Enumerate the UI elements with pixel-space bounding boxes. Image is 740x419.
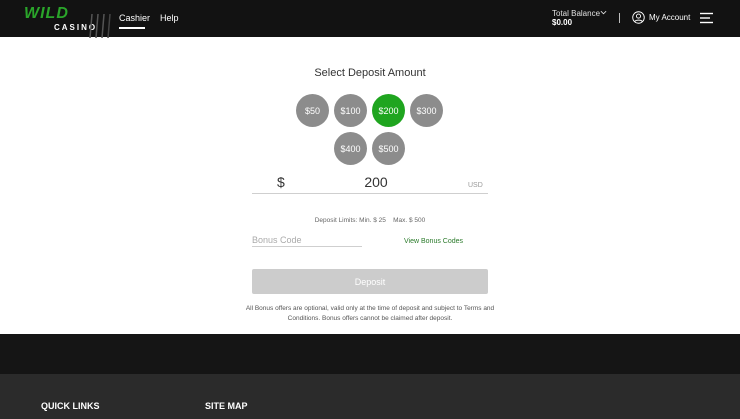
amount-input-underline — [252, 193, 488, 194]
nav-help[interactable]: Help — [160, 12, 179, 24]
amount-option-50[interactable]: $50 — [296, 94, 329, 127]
currency-symbol: $ — [277, 174, 285, 190]
amount-option-100[interactable]: $100 — [334, 94, 367, 127]
currency-code: USD — [468, 182, 483, 189]
footer-main — [0, 374, 740, 419]
nav-cashier[interactable]: Cashier — [119, 12, 150, 24]
my-account-link[interactable]: My Account — [649, 13, 690, 23]
logo-wordmark-top: WILD — [24, 5, 69, 22]
nav-active-underline — [119, 27, 145, 29]
amount-option-400[interactable]: $400 — [334, 132, 367, 165]
deposit-title: Select Deposit Amount — [314, 67, 426, 79]
total-balance-value: $0.00 — [552, 18, 573, 27]
user-circle-icon[interactable] — [632, 11, 645, 24]
chevron-down-icon[interactable] — [600, 9, 607, 16]
footer-heading-quick-links: QUICK LINKS — [41, 401, 100, 411]
bonus-disclaimer: All Bonus offers are optional, valid onl… — [245, 305, 495, 322]
deposit-amount-input[interactable]: 200 — [290, 174, 462, 190]
amount-option-200-selected[interactable]: $200 — [372, 94, 405, 127]
deposit-button[interactable]: Deposit — [252, 269, 488, 294]
logo-stripes-icon — [89, 13, 111, 38]
amount-option-300[interactable]: $300 — [410, 94, 443, 127]
deposit-limits-text: Deposit Limits: Min. $ 25 Max. $ 500 — [314, 217, 426, 224]
top-header: WILD CASINO Cashier Help Total Balance $… — [0, 0, 740, 38]
header-divider — [619, 13, 620, 23]
view-bonus-codes-link[interactable]: View Bonus Codes — [404, 237, 463, 246]
footer-band — [0, 334, 740, 374]
amount-option-500[interactable]: $500 — [372, 132, 405, 165]
bonus-code-input[interactable] — [252, 233, 362, 247]
wild-casino-logo[interactable]: WILD CASINO — [24, 5, 111, 38]
hamburger-menu-icon[interactable] — [700, 12, 713, 24]
footer-heading-site-map: SITE MAP — [205, 401, 248, 411]
